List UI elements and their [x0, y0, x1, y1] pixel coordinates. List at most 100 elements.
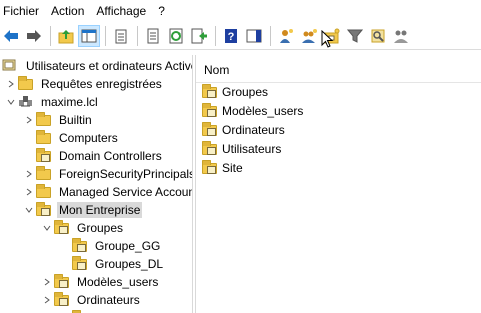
tree-label: Computers [59, 131, 118, 145]
ou-icon [36, 148, 52, 163]
list-item-label: Groupes [222, 84, 269, 99]
new-group-icon [302, 28, 317, 43]
ou-icon [72, 238, 88, 253]
properties-icon [147, 28, 159, 43]
tree-label: ForeignSecurityPrincipals [59, 167, 192, 181]
menu-help[interactable]: ? [155, 0, 174, 22]
toolbar-separator [270, 25, 271, 46]
list-item-label: Utilisateurs [222, 141, 282, 156]
filter-button[interactable] [344, 25, 366, 47]
menu-affichage[interactable]: Affichage [93, 0, 155, 22]
ou-icon [54, 292, 70, 307]
new-user-button[interactable] [275, 25, 297, 47]
action-pane-icon [246, 29, 262, 42]
toolbar-separator [137, 25, 138, 46]
tree-label: Mon Entreprise [57, 202, 143, 218]
action-pane-button[interactable] [243, 25, 265, 47]
toolbar-separator [50, 25, 51, 46]
properties-button[interactable] [142, 25, 164, 47]
expand-icon[interactable] [40, 278, 54, 286]
tree-label: Modèles_users [77, 275, 159, 289]
copy-button[interactable] [110, 25, 132, 47]
help-icon: ? [225, 28, 237, 43]
tree-item-root[interactable]: Utilisateurs et ordinateurs Active Direc… [2, 57, 192, 75]
new-group-button[interactable] [298, 25, 320, 47]
expand-icon[interactable] [4, 80, 18, 88]
tree-item-domain[interactable]: maxime.lcl [4, 93, 100, 111]
tree-label: Domain Controllers [59, 149, 162, 163]
find-button[interactable] [367, 25, 389, 47]
collapse-icon[interactable] [4, 98, 18, 106]
list-item[interactable]: Ordinateurs [202, 120, 285, 139]
ou-icon [202, 159, 218, 175]
menu-action[interactable]: Action [48, 0, 93, 22]
refresh-button[interactable] [165, 25, 187, 47]
tree-item-computers[interactable]: Computers [22, 129, 120, 147]
tree-item-mon-entreprise[interactable]: Mon Entreprise [22, 201, 143, 219]
tree-label: Utilisateurs et ordinateurs Active Direc… [26, 59, 192, 73]
console-tree-icon [81, 29, 97, 42]
find-icon [371, 29, 385, 42]
list-item[interactable]: Site [202, 158, 243, 177]
list-item[interactable]: Modèles_users [202, 101, 303, 120]
ou-icon [202, 121, 218, 137]
refresh-icon [169, 28, 183, 43]
toolbar: ? [0, 22, 481, 50]
expand-icon[interactable] [22, 188, 36, 196]
expand-icon[interactable] [22, 116, 36, 124]
tree-label: Groupe_GG [95, 239, 161, 253]
svg-text:?: ? [228, 31, 235, 43]
tree-item-managed-service-accounts[interactable]: Managed Service Accounts [22, 183, 192, 201]
ou-icon [202, 140, 218, 156]
folder-icon [36, 130, 52, 145]
tree-item-modeles-users[interactable]: Modèles_users [40, 273, 160, 291]
ad-users-computers-icon [2, 59, 18, 73]
tree-item-saved-queries[interactable]: Requêtes enregistrées [4, 75, 164, 93]
ou-icon [54, 274, 70, 289]
menu-fichier[interactable]: Fichier [0, 0, 48, 22]
folder-icon [36, 112, 52, 127]
tree-label: Builtin [59, 113, 92, 127]
tree-item-domain-controllers[interactable]: Domain Controllers [22, 147, 164, 165]
mouse-cursor-icon [321, 30, 334, 48]
back-button[interactable] [0, 25, 22, 47]
new-user-icon [280, 28, 293, 43]
tree-item-groupes[interactable]: Groupes [40, 219, 125, 237]
add-to-group-button[interactable] [390, 25, 412, 47]
column-header-name[interactable]: Nom [196, 55, 481, 83]
tree-item-groupes-dl[interactable]: Groupes_DL [58, 255, 165, 273]
tree-item-foreign-security-principals[interactable]: ForeignSecurityPrincipals [22, 165, 192, 183]
tree-label: Ordinateurs [77, 293, 140, 307]
filter-icon [347, 29, 363, 43]
expand-icon[interactable] [40, 296, 54, 304]
console-tree: Utilisateurs et ordinateurs Active Direc… [0, 55, 192, 313]
up-one-level-button[interactable] [55, 25, 77, 47]
domain-icon [18, 95, 34, 109]
back-icon [4, 29, 18, 42]
expand-icon[interactable] [22, 170, 36, 178]
collapse-icon[interactable] [40, 224, 54, 232]
forward-icon [27, 29, 41, 42]
help-button[interactable]: ? [220, 25, 242, 47]
ou-icon [54, 220, 70, 235]
tree-item-partial[interactable] [58, 309, 93, 313]
forward-button[interactable] [23, 25, 45, 47]
folder-icon [36, 184, 52, 199]
collapse-icon[interactable] [22, 206, 36, 214]
up-folder-icon [58, 29, 74, 43]
ou-icon [36, 202, 52, 217]
tree-item-builtin[interactable]: Builtin [22, 111, 94, 129]
tree-item-ordinateurs[interactable]: Ordinateurs [40, 291, 142, 309]
tree-item-groupe-gg[interactable]: Groupe_GG [58, 237, 162, 255]
list-item[interactable]: Groupes [202, 82, 268, 101]
show-console-tree-button[interactable] [78, 24, 100, 47]
tree-label: Groupes_DL [95, 257, 164, 271]
ou-icon [202, 83, 218, 99]
tree-label: maxime.lcl [41, 95, 98, 109]
export-list-button[interactable] [188, 25, 210, 47]
toolbar-separator [105, 25, 106, 46]
list-item[interactable]: Utilisateurs [202, 139, 281, 158]
folder-icon [36, 166, 52, 181]
menu-bar: Fichier Action Affichage ? [0, 0, 481, 22]
list-item-label: Ordinateurs [222, 122, 285, 137]
